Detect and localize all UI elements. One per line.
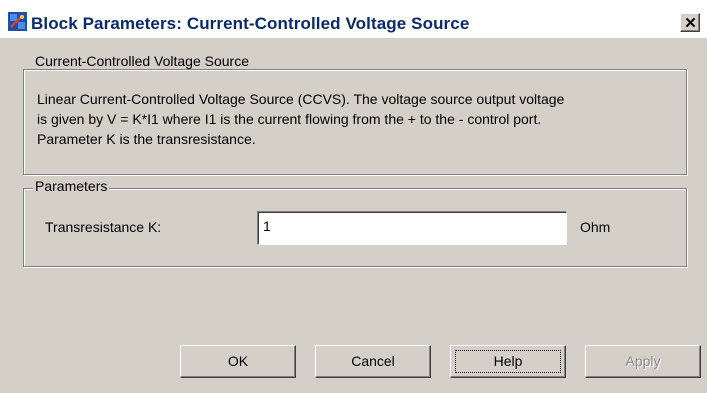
focus-indicator: [455, 350, 561, 373]
ok-button-label: OK: [227, 353, 249, 369]
transresistance-unit: Ohm: [580, 219, 611, 235]
description-group-legend: Current-Controlled Voltage Source: [33, 53, 252, 69]
description-line: Parameter K is the transresistance.: [37, 131, 256, 147]
description-line: is given by V = K*I1 where I1 is the cur…: [37, 111, 542, 127]
window-title: Block Parameters: Current-Controlled Vol…: [31, 14, 470, 33]
cancel-button[interactable]: Cancel: [315, 345, 431, 378]
apply-button-label: Apply: [625, 353, 661, 369]
transresistance-label: Transresistance K:: [45, 219, 162, 235]
parameters-group-legend: Parameters: [33, 178, 110, 194]
apply-button[interactable]: Apply: [585, 345, 701, 378]
block-description: Linear Current-Controlled Voltage Source…: [37, 89, 564, 149]
ok-button[interactable]: OK: [180, 345, 296, 378]
block-parameters-dialog: Block Parameters: Current-Controlled Vol…: [0, 0, 707, 393]
cancel-button-label: Cancel: [351, 353, 395, 369]
transresistance-input[interactable]: 1: [257, 211, 567, 245]
title-bar[interactable]: Block Parameters: Current-Controlled Vol…: [0, 0, 707, 38]
close-button[interactable]: [680, 13, 700, 32]
close-icon: [686, 18, 695, 27]
description-line: Linear Current-Controlled Voltage Source…: [37, 91, 565, 107]
simulink-block-icon: [8, 12, 27, 31]
help-button[interactable]: Help: [450, 345, 566, 378]
